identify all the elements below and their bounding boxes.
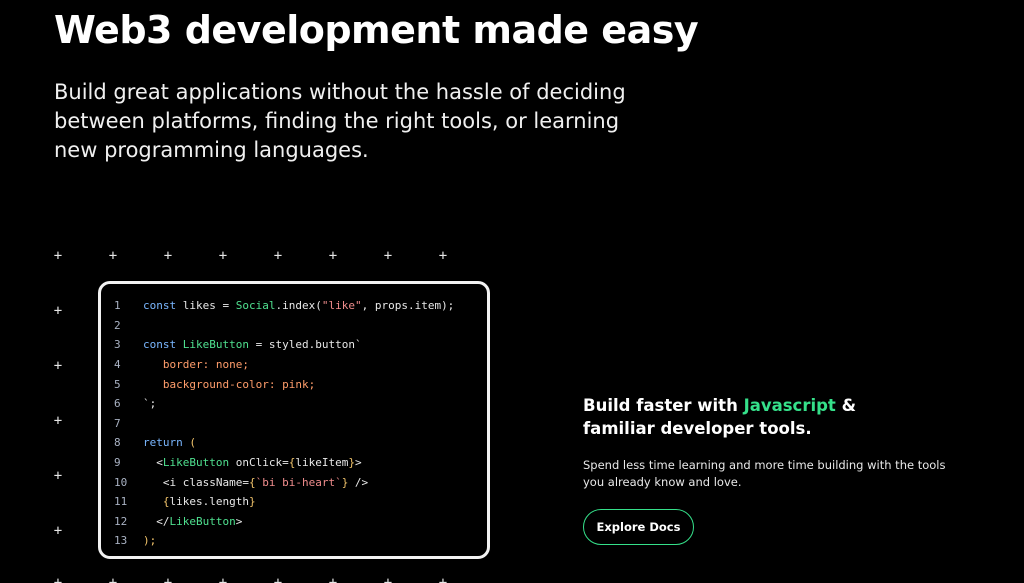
line-number: 13 bbox=[114, 534, 128, 548]
code-token: Social bbox=[235, 299, 276, 313]
code-token: < bbox=[143, 456, 163, 470]
plus-marker: + bbox=[108, 248, 118, 264]
feature-title-accent: Javascript bbox=[743, 396, 836, 415]
code-token: `; bbox=[143, 397, 157, 411]
plus-marker: + bbox=[328, 248, 338, 264]
plus-marker: + bbox=[383, 575, 393, 583]
plus-marker: + bbox=[108, 575, 118, 583]
code-token: <i className= bbox=[143, 475, 249, 489]
code-token: { bbox=[288, 456, 296, 470]
code-token: ); bbox=[143, 534, 157, 548]
line-number: 12 bbox=[114, 514, 128, 528]
code-token: LikeButton bbox=[162, 456, 230, 470]
code-token: } bbox=[248, 495, 256, 509]
line-number: 11 bbox=[114, 495, 128, 509]
code-body: 1 const likes = Social .index("like", prop… bbox=[101, 296, 487, 551]
code-token: LikeButton bbox=[182, 338, 249, 352]
hero-subtitle: Build great applications without the has… bbox=[54, 80, 626, 162]
code-line: 2 bbox=[101, 316, 487, 336]
line-number: 10 bbox=[114, 475, 128, 489]
code-token: /> bbox=[348, 475, 369, 489]
line-number: 2 bbox=[114, 318, 121, 332]
code-token: const bbox=[143, 338, 183, 352]
code-token: { bbox=[162, 495, 170, 509]
code-token: "like" bbox=[321, 299, 362, 313]
line-number: 8 bbox=[114, 436, 121, 450]
plus-marker: + bbox=[163, 248, 173, 264]
code-token: .index( bbox=[275, 299, 322, 313]
feature-title: Build faster with Javascript & familiar … bbox=[583, 394, 913, 440]
line-number: 4 bbox=[114, 358, 121, 372]
code-line: 12 </LikeButton > bbox=[101, 512, 487, 532]
plus-marker: + bbox=[438, 575, 448, 583]
plus-marker: + bbox=[163, 575, 173, 583]
code-token: `bi bi-heart` bbox=[255, 475, 342, 489]
feature-title-prefix: Build faster with bbox=[583, 396, 744, 415]
plus-marker: + bbox=[53, 358, 63, 374]
line-number: 7 bbox=[114, 416, 121, 430]
code-token: return bbox=[143, 436, 190, 450]
code-token: } bbox=[341, 475, 349, 489]
plus-marker: + bbox=[53, 303, 63, 319]
plus-marker: + bbox=[383, 248, 393, 264]
code-line: 8 return ( bbox=[101, 433, 487, 453]
plus-marker: + bbox=[273, 248, 283, 264]
line-number: 6 bbox=[114, 397, 121, 411]
code-token: onClick= bbox=[229, 456, 289, 470]
code-line: 1 const likes = Social .index("like", prop… bbox=[101, 296, 487, 316]
code-line: 11 {likes.length} bbox=[101, 492, 487, 512]
code-token: likes.length bbox=[169, 495, 249, 509]
code-token: > bbox=[354, 456, 362, 470]
plus-marker: + bbox=[53, 248, 63, 264]
plus-marker: + bbox=[438, 248, 448, 264]
line-number: 3 bbox=[114, 338, 121, 352]
code-token: const bbox=[143, 299, 183, 313]
code-line: 7 bbox=[101, 414, 487, 434]
code-token: </ bbox=[143, 514, 170, 528]
plus-marker: + bbox=[53, 468, 63, 484]
code-token: } bbox=[348, 456, 355, 470]
code-token: likes = bbox=[182, 299, 236, 313]
plus-marker: + bbox=[328, 575, 338, 583]
plus-marker: + bbox=[53, 413, 63, 429]
plus-marker: + bbox=[218, 575, 228, 583]
plus-marker: + bbox=[218, 248, 228, 264]
code-line: 10 <i className={`bi bi-heart`} /> bbox=[101, 472, 487, 492]
code-token: border: none; bbox=[143, 358, 249, 372]
line-number: 1 bbox=[114, 299, 121, 313]
feature-description: Spend less time learning and more time b… bbox=[583, 458, 946, 489]
code-token: LikeButton bbox=[169, 514, 236, 528]
plus-marker: + bbox=[53, 575, 63, 583]
plus-marker: + bbox=[273, 575, 283, 583]
code-example-card: 1 const likes = Social .index("like", prop… bbox=[98, 281, 490, 559]
hero-title: Web3 development made easy bbox=[54, 8, 699, 52]
code-token: likeItem bbox=[295, 456, 349, 470]
code-line: 13); bbox=[101, 531, 487, 551]
code-token: background-color: pink; bbox=[143, 377, 316, 391]
code-line: 6 `; bbox=[101, 394, 487, 414]
code-line: 5 background-color: pink; bbox=[101, 374, 487, 394]
code-line: 3 const LikeButton = styled.button` bbox=[101, 335, 487, 355]
code-token: ( bbox=[189, 436, 196, 450]
explore-docs-button[interactable]: Explore Docs bbox=[583, 509, 694, 545]
plus-marker: + bbox=[53, 523, 63, 539]
code-line: 9 < LikeButton onClick={likeItem} > bbox=[101, 453, 487, 473]
code-token: > bbox=[235, 514, 243, 528]
code-token: { bbox=[248, 475, 256, 489]
code-line: 4 border: none; bbox=[101, 355, 487, 375]
code-token: = styled.button` bbox=[248, 338, 362, 352]
line-number: 9 bbox=[114, 456, 121, 470]
code-token: , props.item); bbox=[361, 299, 455, 313]
line-number: 5 bbox=[114, 377, 121, 391]
